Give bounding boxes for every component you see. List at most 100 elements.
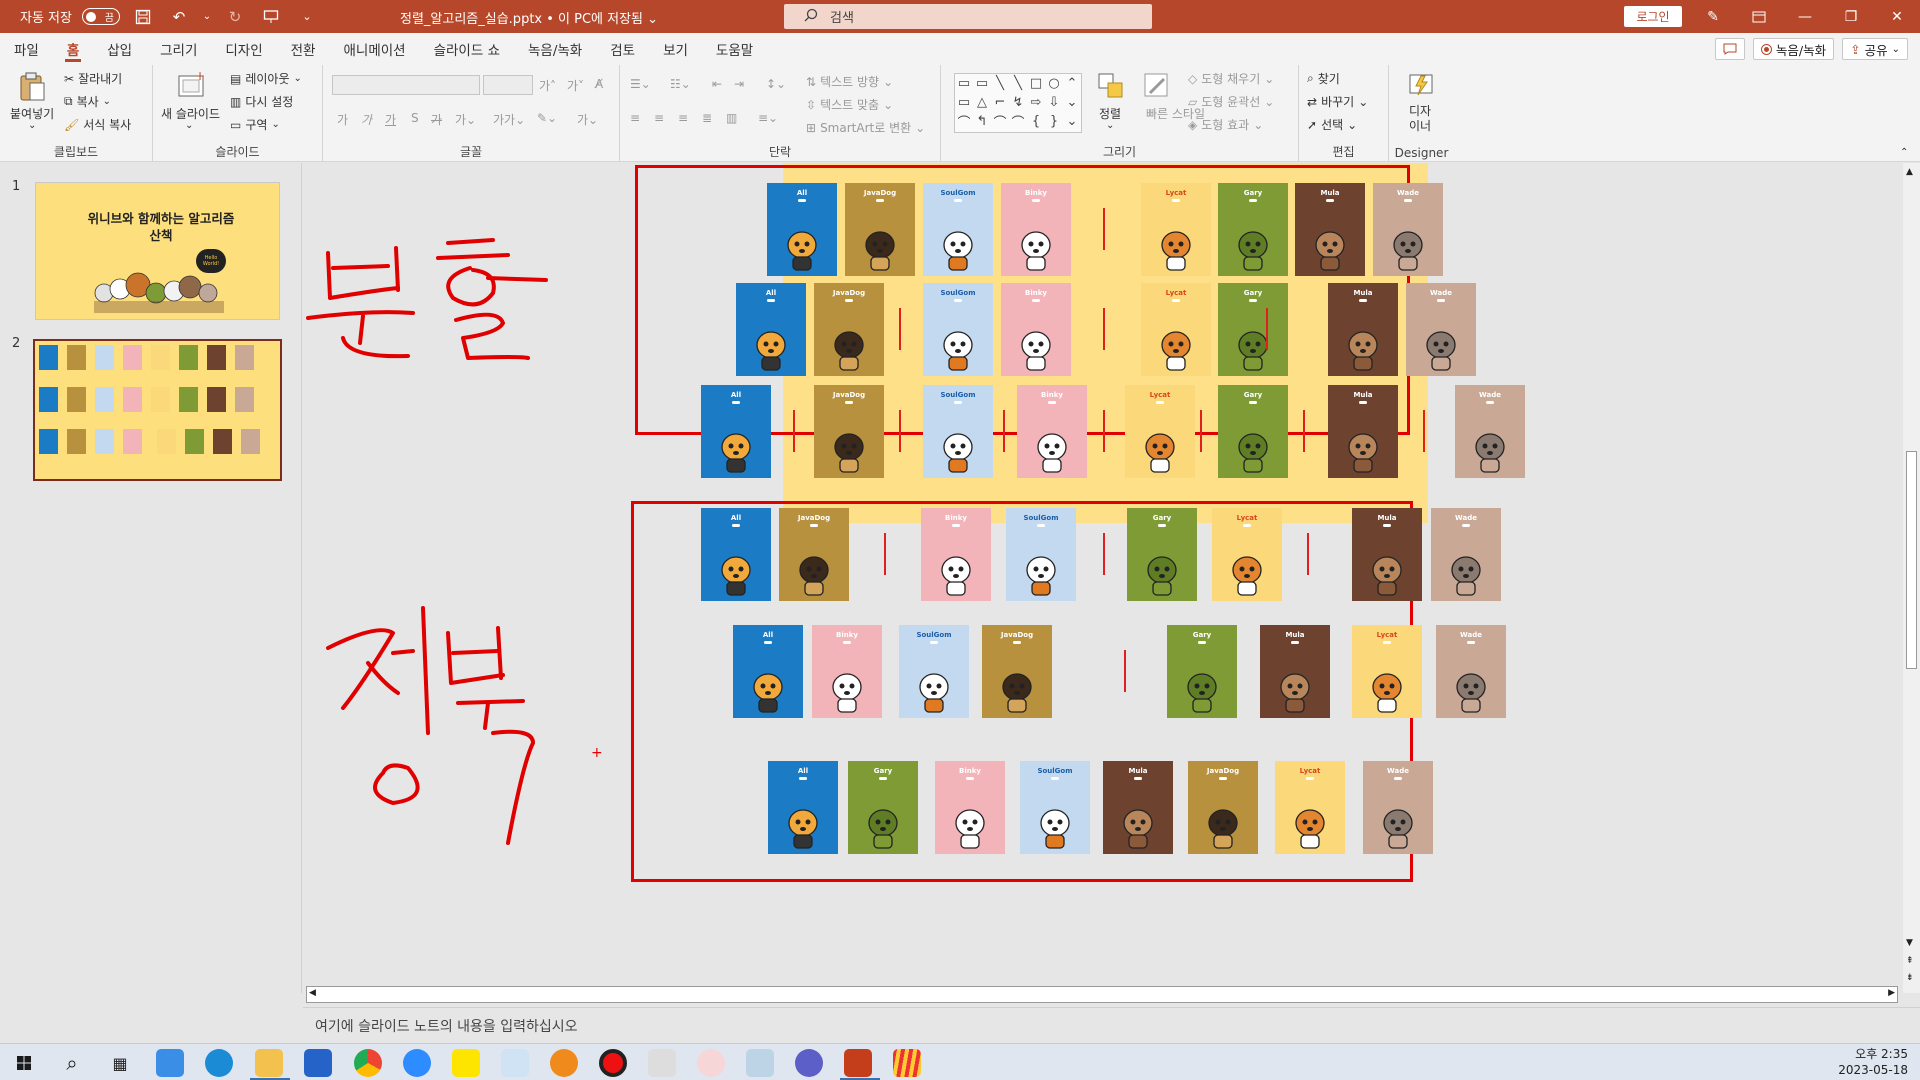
- align-center-icon[interactable]: ≡: [654, 111, 664, 125]
- line-spacing-icon[interactable]: ↕⌄: [766, 77, 786, 91]
- redo-icon[interactable]: ↻: [222, 4, 248, 30]
- save-icon[interactable]: [130, 4, 156, 30]
- search-box[interactable]: 검색: [784, 4, 1152, 29]
- grow-font-icon[interactable]: 가˄: [539, 77, 556, 94]
- share-button[interactable]: ⇪ 공유 ⌄: [1842, 38, 1908, 60]
- clear-format-icon[interactable]: A̸: [595, 77, 603, 91]
- discord-icon[interactable]: [795, 1049, 823, 1077]
- character-card[interactable]: SoulGom: [923, 283, 993, 376]
- character-card[interactable]: Binky: [1001, 283, 1071, 376]
- slide-editor[interactable]: + All JavaDog SoulGom Binky Lycat Gary Mula Wad…: [303, 163, 1900, 993]
- character-card[interactable]: Lycat: [1275, 761, 1345, 854]
- character-card[interactable]: Lycat: [1212, 508, 1282, 601]
- shadow-icon[interactable]: S: [411, 111, 419, 125]
- character-card[interactable]: Wade: [1431, 508, 1501, 601]
- shape-effects-button[interactable]: ◈ 도형 효과 ⌄: [1188, 116, 1263, 133]
- character-card[interactable]: Wade: [1363, 761, 1433, 854]
- italic-icon[interactable]: 가: [361, 111, 372, 128]
- windows-start-icon[interactable]: [10, 1049, 38, 1077]
- character-card[interactable]: Binky: [921, 508, 991, 601]
- new-slide-dropdown-icon[interactable]: ⌄: [185, 120, 193, 131]
- divider-line[interactable]: [1303, 410, 1305, 452]
- align-text-button[interactable]: ⇳ 텍스트 맞춤 ⌄: [806, 96, 893, 113]
- underline-icon[interactable]: 가: [385, 111, 396, 128]
- chrome-icon[interactable]: [354, 1049, 382, 1077]
- divider-line[interactable]: [1103, 410, 1105, 452]
- character-card[interactable]: JavaDog: [814, 385, 884, 478]
- divider-line[interactable]: [1103, 533, 1105, 575]
- collapse-ribbon-icon[interactable]: ⌃: [1900, 147, 1908, 158]
- slide-thumbnail-1[interactable]: 위니브와 함께하는 알고리즘 산책 Hello World!: [35, 182, 280, 320]
- character-card[interactable]: Gary: [1127, 508, 1197, 601]
- app-icon-1[interactable]: [156, 1049, 184, 1077]
- close-icon[interactable]: ✕: [1874, 0, 1920, 33]
- text-direction-button[interactable]: ⇅ 텍스트 방향 ⌄: [806, 73, 893, 90]
- app-icon-2[interactable]: [501, 1049, 529, 1077]
- slide-thumbnail-2[interactable]: [33, 339, 282, 481]
- undo-icon[interactable]: ↶: [166, 4, 192, 30]
- menu-tab[interactable]: 애니메이션: [329, 33, 419, 65]
- format-painter-button[interactable]: 🖌 서식 복사: [64, 116, 131, 133]
- kakaotalk-icon[interactable]: [452, 1049, 480, 1077]
- store-icon[interactable]: [304, 1049, 332, 1077]
- smartart-button[interactable]: ⊞ SmartArt로 변환 ⌄: [806, 119, 925, 136]
- zoom-icon[interactable]: [403, 1049, 431, 1077]
- font-size-select[interactable]: [483, 75, 533, 95]
- character-card[interactable]: Lycat: [1141, 183, 1211, 276]
- character-card[interactable]: Wade: [1406, 283, 1476, 376]
- character-card[interactable]: All: [736, 283, 806, 376]
- new-slide-icon[interactable]: +: [177, 69, 207, 101]
- menu-tab[interactable]: 검토: [596, 33, 649, 65]
- app-icon-4[interactable]: [648, 1049, 676, 1077]
- divider-line[interactable]: [1307, 533, 1309, 575]
- arrange-dropdown-icon[interactable]: ⌄: [1106, 120, 1114, 131]
- undo-dropdown-icon[interactable]: ⌄: [202, 4, 212, 30]
- file-explorer-icon[interactable]: [255, 1049, 283, 1077]
- select-button[interactable]: ➚ 선택 ⌄: [1307, 116, 1357, 133]
- paste-icon[interactable]: [18, 71, 48, 101]
- character-card[interactable]: Lycat: [1352, 625, 1422, 718]
- divider-line[interactable]: [1103, 208, 1105, 250]
- divider-line[interactable]: [884, 533, 886, 575]
- increase-indent-icon[interactable]: ⇥: [734, 77, 744, 91]
- comments-button[interactable]: [1714, 38, 1745, 60]
- divider-line[interactable]: [1003, 410, 1005, 452]
- font-color-icon[interactable]: 가⌄: [577, 111, 598, 128]
- shapes-gallery[interactable]: ▭ ▭ ╲ ╲ □ ○ ⌃ ▭ △ ⌐ ↯ ⇨ ⇩ ⌄ ⌒ ↰ ⌒ ⌒{} ⌄: [954, 73, 1082, 133]
- designer-button[interactable]: 디자 이너: [1409, 104, 1431, 134]
- menu-tab[interactable]: 그리기: [146, 33, 211, 65]
- character-card[interactable]: SoulGom: [1006, 508, 1076, 601]
- character-card[interactable]: Mula: [1295, 183, 1365, 276]
- present-icon[interactable]: [258, 4, 284, 30]
- change-case-icon[interactable]: 가가⌄: [493, 111, 525, 128]
- app-icon-6[interactable]: [746, 1049, 774, 1077]
- font-name-select[interactable]: [332, 75, 480, 95]
- character-card[interactable]: JavaDog: [814, 283, 884, 376]
- character-card[interactable]: All: [767, 183, 837, 276]
- divider-line[interactable]: [1103, 308, 1105, 350]
- character-card[interactable]: Wade: [1436, 625, 1506, 718]
- character-card[interactable]: Gary: [1218, 385, 1288, 478]
- menu-tab[interactable]: 파일: [0, 33, 53, 65]
- character-card[interactable]: Gary: [1218, 283, 1288, 376]
- paste-dropdown-icon[interactable]: ⌄: [28, 120, 36, 131]
- layout-button[interactable]: ▤ 레이아웃 ⌄: [230, 70, 302, 87]
- arrange-icon[interactable]: [1096, 71, 1126, 101]
- menu-tab[interactable]: 디자인: [211, 33, 276, 65]
- divider-line[interactable]: [899, 308, 901, 350]
- character-card[interactable]: Gary: [1218, 183, 1288, 276]
- menu-tab[interactable]: 녹음/녹화: [514, 33, 596, 65]
- minimize-icon[interactable]: —: [1782, 0, 1828, 33]
- document-title[interactable]: 정렬_알고리즘_실습.pptx • 이 PC에 저장됨 ⌄: [400, 8, 658, 27]
- divider-line[interactable]: [1266, 308, 1268, 350]
- notes-pane[interactable]: 여기에 슬라이드 노트의 내용을 입력하십시오: [303, 1007, 1920, 1043]
- highlight-icon[interactable]: ✎⌄: [537, 111, 557, 125]
- find-button[interactable]: ⌕ 찾기: [1307, 70, 1340, 87]
- character-card[interactable]: Mula: [1328, 385, 1398, 478]
- search-taskbar-icon[interactable]: ⌕: [58, 1049, 86, 1077]
- character-card[interactable]: Mula: [1328, 283, 1398, 376]
- character-card[interactable]: SoulGom: [899, 625, 969, 718]
- scroll-down-icon[interactable]: ▼: [1906, 938, 1913, 948]
- menu-tab[interactable]: 전환: [277, 33, 330, 65]
- designer-icon[interactable]: [1407, 70, 1437, 100]
